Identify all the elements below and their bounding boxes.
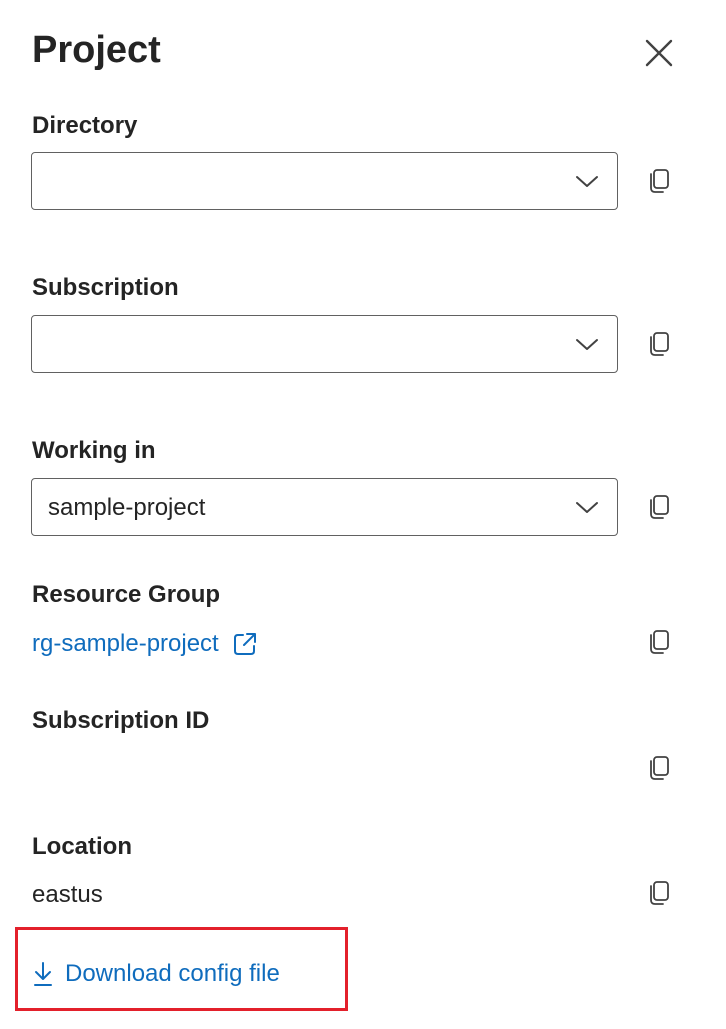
download-config-label: Download config file [65, 960, 280, 987]
chevron-down-icon [576, 502, 598, 513]
resource-group-link[interactable]: rg-sample-project [32, 628, 257, 660]
working-in-label: Working in [32, 437, 156, 464]
copy-subscription-button[interactable] [645, 330, 673, 358]
chevron-down-icon [576, 339, 598, 350]
location-value: eastus [32, 881, 103, 908]
location-label: Location [32, 833, 132, 860]
subscription-id-label: Subscription ID [32, 707, 210, 734]
close-button[interactable] [640, 34, 678, 72]
copy-working-in-button[interactable] [645, 493, 673, 521]
copy-icon [650, 495, 669, 519]
external-link-icon [233, 633, 256, 655]
subscription-dropdown[interactable] [31, 315, 618, 373]
copy-subscription-id-button[interactable] [645, 754, 673, 782]
copy-icon [650, 881, 669, 905]
directory-dropdown[interactable] [31, 152, 618, 210]
directory-label: Directory [32, 112, 138, 139]
copy-icon [650, 630, 669, 654]
download-config-button[interactable]: Download config file [33, 958, 280, 990]
copy-location-button[interactable] [645, 879, 673, 907]
copy-resource-group-button[interactable] [645, 628, 673, 656]
project-panel: Project Directory Subscription Working i… [0, 0, 726, 1029]
download-icon [34, 962, 52, 986]
panel-title: Project [32, 29, 161, 71]
working-in-value: sample-project [48, 494, 206, 521]
resource-group-link-text: rg-sample-project [32, 630, 219, 657]
close-icon [645, 39, 673, 67]
copy-icon [650, 332, 669, 356]
resource-group-label: Resource Group [32, 581, 221, 608]
copy-icon [650, 756, 669, 780]
copy-icon [650, 169, 669, 193]
chevron-down-icon [576, 176, 598, 187]
copy-directory-button[interactable] [645, 167, 673, 195]
subscription-label: Subscription [32, 274, 179, 301]
working-in-dropdown[interactable]: sample-project [31, 478, 618, 536]
